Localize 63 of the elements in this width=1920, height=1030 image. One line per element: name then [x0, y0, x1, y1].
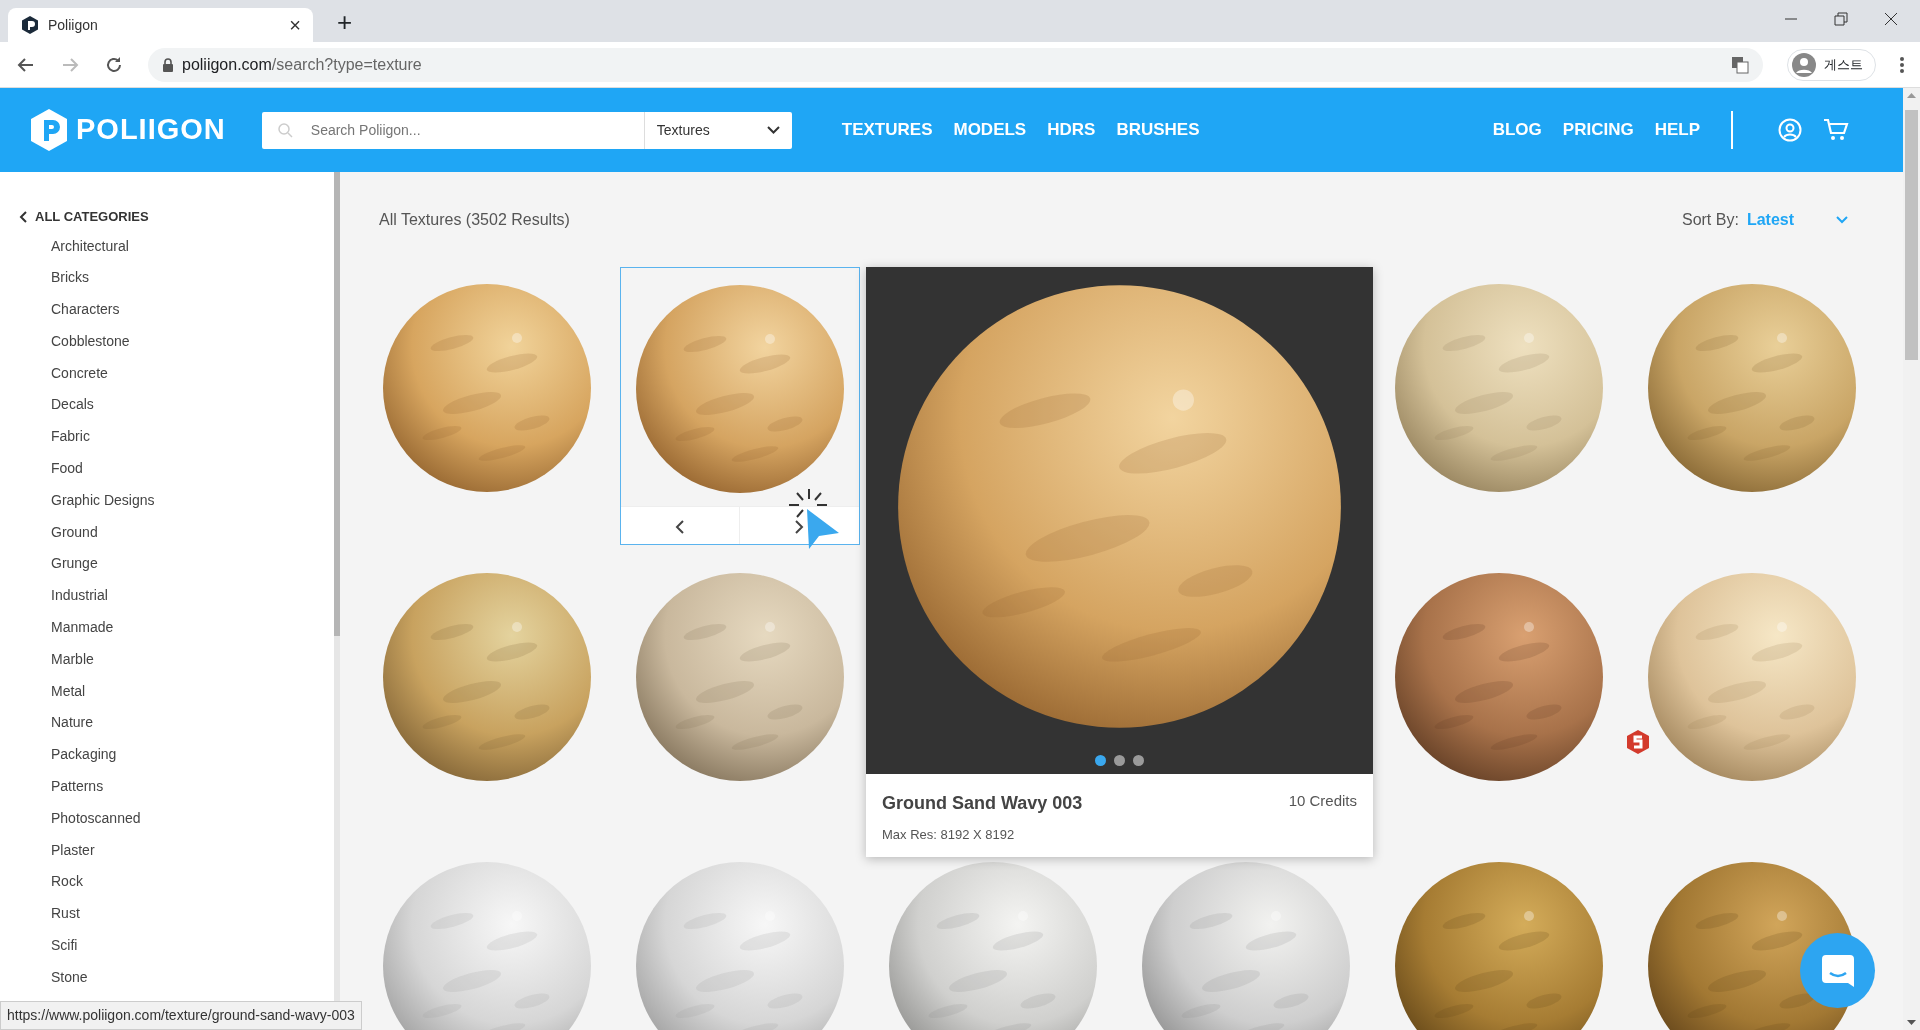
category-link[interactable]: Packaging [0, 739, 334, 772]
scrollbar-thumb[interactable] [334, 172, 340, 636]
logo-icon[interactable] [30, 108, 68, 152]
search-icon [277, 122, 293, 138]
results-count: All Textures (3502 Results) [379, 209, 570, 230]
texture-tile[interactable] [619, 267, 860, 545]
chat-icon [1819, 952, 1856, 989]
browser-tab[interactable]: Poliigon × [8, 8, 313, 42]
carousel-dot[interactable] [1095, 755, 1106, 766]
all-categories-link[interactable]: ALL CATEGORIES [0, 207, 334, 227]
category-link[interactable]: Photoscanned [0, 802, 334, 835]
category-link[interactable]: Concrete [0, 357, 334, 390]
credits-price: 10 Credits [1288, 791, 1357, 811]
category-link[interactable]: Patterns [0, 771, 334, 803]
category-link[interactable]: Stone [0, 961, 334, 994]
chevron-right-icon [794, 519, 805, 534]
chevron-left-icon [674, 519, 685, 534]
avatar-icon [1792, 52, 1816, 77]
texture-title: Ground Sand Wavy 003 [882, 792, 1083, 815]
sort-dropdown[interactable]: Sort By: Latest [1681, 207, 1848, 232]
scrollbar-thumb[interactable] [1905, 110, 1918, 360]
category-link[interactable]: Decals [0, 389, 334, 422]
menu-icon[interactable] [1900, 56, 1904, 73]
status-url: https://www.poliigon.com/texture/ground-sand-wavy-003 [0, 1001, 362, 1030]
type-select[interactable]: Textures [643, 111, 792, 149]
address-bar[interactable]: poliigon.com/search?type=texture [148, 47, 1763, 82]
category-link[interactable]: Ground [0, 516, 334, 549]
preview-card[interactable]: Ground Sand Wavy 003 10 Credits Max Res: 8192 X 8192 [866, 267, 1373, 857]
chevron-down-icon [766, 126, 780, 134]
category-link[interactable]: Nature [0, 707, 334, 740]
category-link[interactable]: Architectural [0, 230, 334, 263]
cart-icon[interactable] [1823, 118, 1849, 142]
category-link[interactable]: Cobblestone [0, 325, 334, 358]
category-link[interactable]: Rock [0, 866, 334, 899]
lock-icon [162, 57, 174, 72]
category-link[interactable]: Industrial [0, 580, 334, 613]
user-icon[interactable] [1778, 118, 1802, 142]
tab-close-button[interactable]: × [289, 10, 301, 40]
category-link[interactable]: Metal [0, 675, 334, 708]
scroll-up-icon[interactable] [1907, 92, 1916, 98]
scroll-down-icon[interactable] [1907, 1020, 1916, 1026]
search-field[interactable]: Search Poliigon... Textures [261, 111, 792, 149]
new-tab-button[interactable]: + [337, 8, 353, 36]
category-link[interactable]: Food [0, 453, 334, 485]
category-link[interactable]: Manmade [0, 612, 334, 644]
restore-icon[interactable] [1834, 12, 1848, 26]
category-link[interactable]: Graphic Designs [0, 484, 334, 517]
category-link[interactable]: Grunge [0, 548, 334, 581]
category-link[interactable]: Plaster [0, 834, 334, 867]
close-icon[interactable] [1884, 12, 1898, 26]
category-link[interactable]: Scifi [0, 930, 334, 962]
category-link[interactable]: Rust [0, 898, 334, 931]
site-logo-icon [20, 15, 40, 35]
carousel-dot[interactable] [1133, 755, 1144, 766]
chevron-left-icon [19, 210, 27, 223]
carousel-dot[interactable] [1114, 755, 1125, 766]
category-link[interactable]: Fabric [0, 421, 334, 454]
max-resolution: Max Res: 8192 X 8192 [882, 826, 1016, 844]
category-link[interactable]: Marble [0, 643, 334, 676]
category-link[interactable]: Characters [0, 294, 334, 326]
category-link[interactable]: Bricks [0, 262, 334, 295]
chevron-down-icon [1836, 215, 1848, 224]
translate-icon[interactable] [1731, 55, 1749, 74]
